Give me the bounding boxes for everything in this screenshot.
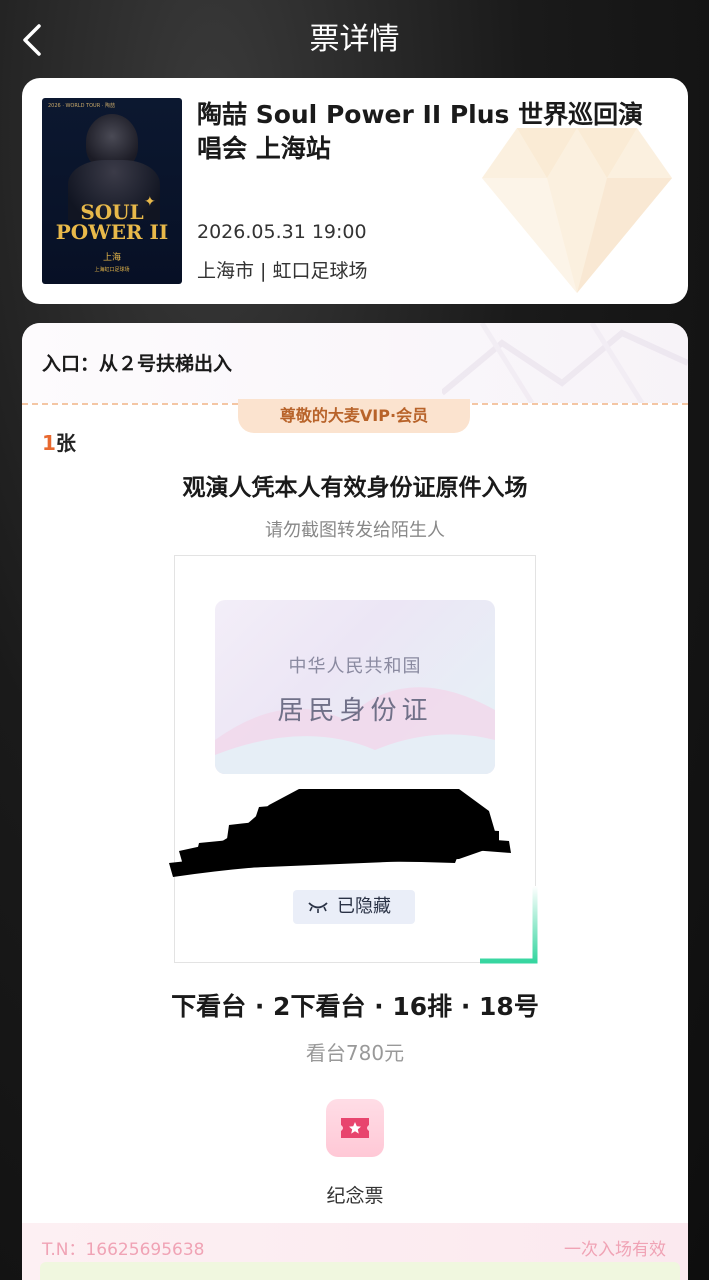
- entry-notice: 观演人凭本人有效身份证原件入场: [182, 475, 528, 501]
- green-corner-accent: [480, 886, 538, 964]
- event-poster[interactable]: 2026 · WORLD TOUR · 陶喆 SOUL POWER II ✦ 上…: [42, 98, 182, 284]
- event-datetime: 2026.05.31 19:00: [197, 221, 367, 243]
- souvenir-ticket-button[interactable]: [326, 1099, 384, 1157]
- map-decoration: [442, 323, 688, 403]
- next-ticket-edge: [40, 1262, 680, 1280]
- event-card[interactable]: 2026 · WORLD TOUR · 陶喆 SOUL POWER II ✦ 上…: [22, 78, 688, 304]
- poster-title: SOUL POWER II: [42, 202, 182, 242]
- ticket-card: 入口：从２号扶梯出入 尊敬的大麦VIP·会员 1张 观演人凭本人有效身份证原件入…: [22, 323, 688, 1280]
- event-name: 陶喆 Soul Power II Plus 世界巡回演唱会 上海站: [197, 100, 644, 163]
- hidden-label: 已隐藏: [337, 896, 391, 917]
- ticket-validity: 一次入场有效: [564, 1240, 666, 1260]
- ticket-count-number: 1: [42, 431, 56, 455]
- id-card-illustration: 中华人民共和国 居民身份证: [215, 600, 495, 774]
- ticket-count: 1张: [42, 427, 76, 456]
- poster-city: 上海: [102, 253, 121, 263]
- vip-badge: 尊敬的大麦VIP·会员: [238, 399, 470, 433]
- id-title: 居民身份证: [277, 696, 433, 726]
- souvenir-label: 纪念票: [326, 1185, 384, 1207]
- top-bar: 票详情: [0, 0, 709, 80]
- souvenir-ticket-icon: [341, 1118, 369, 1138]
- closed-eye-icon: [308, 902, 328, 913]
- page-title: 票详情: [309, 22, 400, 57]
- screenshot-warning: 请勿截图转发给陌生人: [265, 520, 445, 541]
- poster-title-line2: POWER II: [55, 220, 169, 244]
- ticket-price: 看台780元: [305, 1041, 405, 1065]
- event-venue: 上海市 | 虹口足球场: [197, 260, 368, 282]
- id-verification-box: 中华人民共和国 居民身份证 已隐藏: [169, 555, 538, 964]
- redaction-scribble: [169, 789, 511, 877]
- poster-venue: 上海虹口足球场: [94, 267, 130, 273]
- poster-top-text: 2026 · WORLD TOUR · 陶喆: [48, 103, 115, 109]
- mountain-decoration: [215, 687, 495, 774]
- hidden-tag[interactable]: 已隐藏: [293, 890, 415, 924]
- poster-title-line1: SOUL: [80, 200, 144, 224]
- ticket-count-unit: 张: [55, 431, 76, 455]
- id-country: 中华人民共和国: [288, 656, 422, 677]
- star-icon: ✦: [144, 194, 156, 210]
- seat-info: 下看台 · 2下看台 · 16排 · 18号: [171, 992, 539, 1021]
- ticket-number: T.N：16625695638: [42, 1240, 205, 1260]
- entrance-info: 入口：从２号扶梯出入: [42, 353, 233, 375]
